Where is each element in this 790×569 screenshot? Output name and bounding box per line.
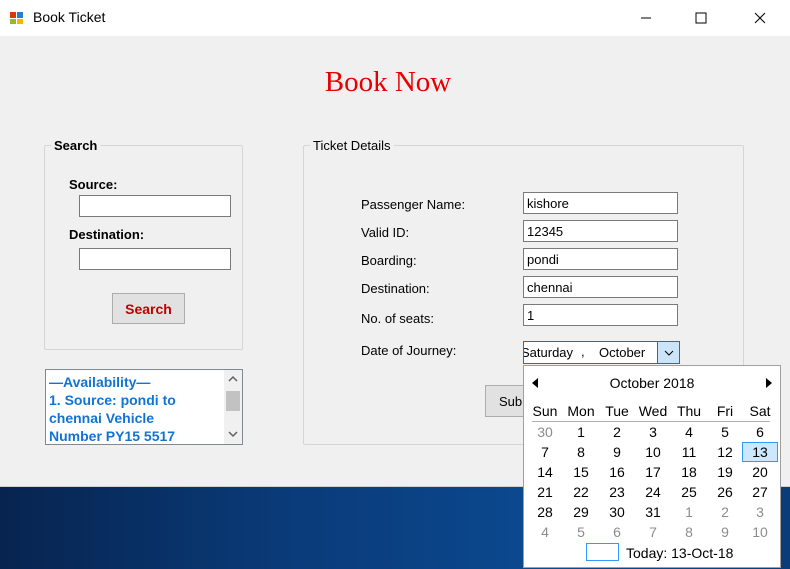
date-dropdown-button[interactable] — [657, 342, 679, 363]
page-heading: Book Now — [324, 66, 452, 98]
calendar-day[interactable]: 29 — [563, 502, 599, 522]
source-input[interactable] — [79, 195, 231, 217]
passenger-name-label: Passenger Name: — [361, 197, 466, 212]
calendar-day[interactable]: 8 — [563, 442, 599, 462]
calendar-day[interactable]: 18 — [671, 462, 707, 482]
maximize-button[interactable] — [678, 0, 724, 36]
weekday-mon: Mon — [567, 403, 595, 419]
maximize-icon — [695, 12, 707, 24]
availability-line: —Availability— — [49, 374, 151, 390]
window-title: Book Ticket — [33, 9, 106, 25]
calendar-day[interactable]: 2 — [707, 502, 743, 522]
minimize-button[interactable] — [623, 0, 669, 36]
weekday-wed: Wed — [638, 403, 668, 419]
source-label: Source: — [69, 177, 118, 192]
calendar-day[interactable]: 24 — [635, 482, 671, 502]
valid-id-label: Valid ID: — [361, 225, 410, 240]
close-button[interactable] — [737, 0, 783, 36]
weekday-sat: Sat — [749, 403, 771, 419]
calendar-day[interactable]: 3 — [635, 422, 671, 442]
calendar-day[interactable]: 22 — [563, 482, 599, 502]
availability-line: Number PY15 5517 — [49, 428, 176, 444]
calendar-selected-day[interactable]: 13 — [742, 442, 778, 462]
calendar-day[interactable]: 5 — [563, 522, 599, 542]
calendar-month-title[interactable]: October 2018 — [524, 375, 780, 391]
scroll-down-icon[interactable] — [228, 431, 238, 438]
calendar-day[interactable]: 3 — [742, 502, 778, 522]
scroll-thumb[interactable] — [226, 391, 240, 411]
weekday-tue: Tue — [605, 403, 629, 419]
calendar-day[interactable]: 31 — [635, 502, 671, 522]
calendar-today-link[interactable]: Today: 13-Oct-18 — [626, 545, 733, 561]
calendar-day[interactable]: 16 — [599, 462, 635, 482]
calendar-day[interactable]: 17 — [635, 462, 671, 482]
boarding-label: Boarding: — [361, 253, 417, 268]
app-icon — [10, 12, 23, 24]
weekday-sun: Sun — [532, 403, 558, 419]
calendar-day[interactable]: 21 — [527, 482, 563, 502]
calendar-day[interactable]: 27 — [742, 482, 778, 502]
destination-search-input[interactable] — [79, 248, 231, 270]
scroll-up-icon[interactable] — [228, 375, 238, 382]
availability-line: 1. Source: pondi to — [49, 392, 176, 408]
availability-text: —Availability— 1. Source: pondi to chenn… — [49, 373, 221, 444]
calendar-day[interactable]: 26 — [707, 482, 743, 502]
submit-button[interactable]: Sub — [485, 385, 525, 417]
today-marker — [586, 543, 619, 561]
chevron-down-icon — [664, 350, 673, 356]
minimize-icon — [641, 17, 651, 19]
search-group-legend: Search — [51, 138, 101, 153]
ticket-details-legend: Ticket Details — [310, 138, 394, 153]
passenger-name-input[interactable]: kishore — [523, 192, 678, 214]
title-bar: Book Ticket — [0, 0, 790, 36]
calendar-day[interactable]: 9 — [599, 442, 635, 462]
destination-search-label: Destination: — [69, 227, 145, 242]
date-month-text: October — [599, 345, 646, 360]
calendar-day[interactable]: 15 — [563, 462, 599, 482]
date-of-journey-label: Date of Journey: — [361, 343, 457, 358]
calendar-day[interactable]: 8 — [671, 522, 707, 542]
valid-id-input[interactable]: 12345 — [523, 220, 678, 242]
calendar-day[interactable]: 25 — [671, 482, 707, 502]
weekday-thu: Thu — [676, 403, 702, 419]
weekday-fri: Fri — [716, 403, 734, 419]
calendar-day[interactable]: 10 — [635, 442, 671, 462]
calendar-day[interactable]: 28 — [527, 502, 563, 522]
calendar-day[interactable]: 20 — [742, 462, 778, 482]
destination-label: Destination: — [361, 281, 430, 296]
calendar-day[interactable]: 4 — [671, 422, 707, 442]
calendar-day[interactable]: 12 — [707, 442, 743, 462]
calendar-day[interactable]: 11 — [671, 442, 707, 462]
calendar-dropdown: October 2018 Sun Mon Tue Wed Thu Fri Sat 30 1 2 3… — [523, 365, 781, 568]
calendar-day[interactable]: 6 — [742, 422, 778, 442]
date-separator: , — [581, 344, 585, 359]
seats-input[interactable]: 1 — [523, 304, 678, 326]
seats-label: No. of seats: — [361, 311, 434, 326]
boarding-input[interactable]: pondi — [523, 248, 678, 270]
calendar-day[interactable]: 7 — [527, 442, 563, 462]
destination-input[interactable]: chennai — [523, 276, 678, 298]
search-button[interactable]: Search — [112, 293, 185, 324]
calendar-day[interactable]: 4 — [527, 522, 563, 542]
close-icon — [754, 12, 766, 24]
calendar-day[interactable]: 7 — [635, 522, 671, 542]
availability-line: chennai Vehicle — [49, 410, 155, 426]
availability-textbox[interactable]: —Availability— 1. Source: pondi to chenn… — [45, 369, 243, 445]
calendar-day[interactable]: 30 — [599, 502, 635, 522]
calendar-day[interactable]: 1 — [563, 422, 599, 442]
date-of-journey-picker[interactable]: Saturday , October — [523, 341, 680, 364]
calendar-day[interactable]: 30 — [527, 422, 563, 442]
calendar-day[interactable]: 9 — [707, 522, 743, 542]
calendar-day[interactable]: 6 — [599, 522, 635, 542]
calendar-day[interactable]: 19 — [707, 462, 743, 482]
calendar-day[interactable]: 14 — [527, 462, 563, 482]
next-month-icon[interactable] — [765, 378, 773, 388]
calendar-day[interactable]: 1 — [671, 502, 707, 522]
date-day-text: Saturday — [523, 345, 574, 360]
calendar-day[interactable]: 10 — [742, 522, 778, 542]
availability-scrollbar[interactable] — [224, 370, 242, 444]
calendar-day[interactable]: 5 — [707, 422, 743, 442]
calendar-day[interactable]: 2 — [599, 422, 635, 442]
calendar-day[interactable]: 23 — [599, 482, 635, 502]
